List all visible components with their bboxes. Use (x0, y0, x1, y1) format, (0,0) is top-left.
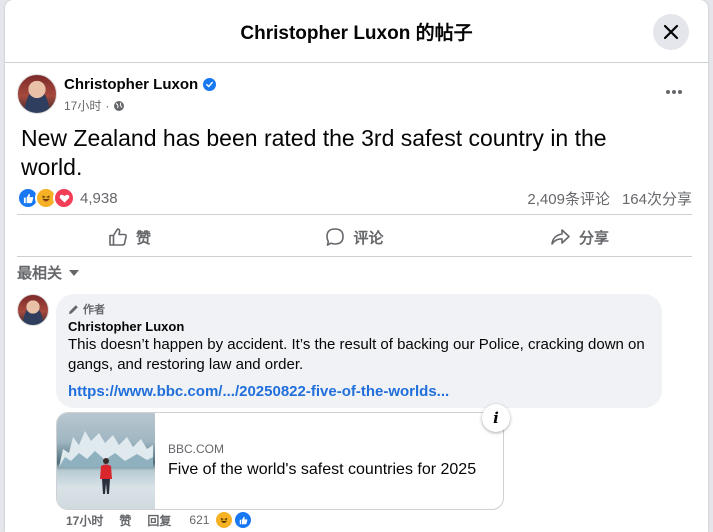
comment-label: 评论 (353, 229, 384, 247)
shares-count[interactable]: 164次分享 (622, 188, 692, 209)
like-button[interactable]: 赞 (17, 218, 242, 256)
haha-icon (215, 511, 234, 529)
reaction-icons[interactable] (17, 187, 75, 209)
post-actions: 赞 评论 分享 (17, 218, 692, 256)
comments-count[interactable]: 2,409条评论 (527, 188, 610, 209)
meta-separator: · (105, 98, 110, 113)
comment-icon (326, 228, 345, 246)
pencil-icon (68, 304, 78, 314)
more-icon (666, 90, 682, 94)
reactions-summary: 4,938 2,409条评论 164次分享 (17, 186, 692, 210)
info-icon: i (493, 409, 499, 427)
comment-link[interactable]: https://www.bbc.com/.../20250822-five-of… (68, 383, 449, 400)
share-icon (551, 229, 570, 245)
modal-header: Christopher Luxon 的帖子 (5, 0, 708, 63)
comment-reactions[interactable]: 621 (189, 511, 253, 529)
link-preview-image (57, 413, 155, 509)
comment-button[interactable]: 评论 (242, 218, 467, 256)
post-text: New Zealand has been rated the 3rd safes… (21, 125, 607, 180)
thumbs-up-icon (109, 228, 127, 246)
link-preview-card[interactable]: BBC.COM Five of the world's safest count… (56, 412, 504, 510)
sort-label: 最相关 (17, 265, 63, 282)
comment-actions: 17小时 赞 回复 621 (66, 511, 253, 529)
divider-top (17, 214, 692, 215)
comment-sort-dropdown[interactable]: 最相关 (17, 262, 80, 283)
author-name-row: Christopher Luxon (64, 76, 217, 93)
more-options-button[interactable] (662, 80, 686, 104)
author-avatar[interactable] (17, 74, 57, 114)
author-badge: 作者 (68, 301, 105, 317)
close-button[interactable] (653, 14, 689, 50)
comment-reply-button[interactable]: 回复 (147, 512, 171, 529)
post-header: Christopher Luxon 17小时 · (17, 74, 696, 118)
divider-bottom (17, 256, 692, 257)
link-title: Five of the world's safest countries for… (168, 461, 477, 478)
comment-author-name[interactable]: Christopher Luxon (68, 319, 184, 334)
close-icon (663, 24, 679, 40)
author-badge-label: 作者 (83, 304, 105, 316)
like-icon (234, 511, 253, 529)
comment-author-avatar[interactable] (17, 294, 49, 326)
link-domain: BBC.COM (168, 442, 225, 456)
post-modal: Christopher Luxon 的帖子 Christopher Luxon … (5, 0, 708, 532)
caret-down-icon (69, 269, 80, 276)
info-button[interactable]: i (482, 404, 510, 432)
comment-time[interactable]: 17小时 (66, 512, 103, 529)
like-label: 赞 (135, 229, 151, 247)
love-icon (53, 187, 75, 209)
post-time[interactable]: 17小时 (64, 97, 101, 114)
verified-badge-icon (203, 78, 217, 91)
reactions-count[interactable]: 4,938 (80, 190, 118, 207)
author-name[interactable]: Christopher Luxon (64, 76, 198, 93)
comment-bubble: 作者 Christopher Luxon This doesn’t happen… (56, 294, 662, 408)
person-figure (100, 458, 112, 494)
post-meta: 17小时 · (64, 97, 125, 114)
comment-text: This doesn’t happen by accident. It’s th… (68, 336, 645, 373)
comment-like-button[interactable]: 赞 (119, 512, 131, 529)
comment-reaction-count: 621 (189, 513, 210, 527)
globe-icon (114, 100, 125, 111)
share-label: 分享 (578, 229, 609, 247)
share-button[interactable]: 分享 (467, 218, 692, 256)
modal-title: Christopher Luxon 的帖子 (240, 22, 473, 44)
engagement-stats: 2,409条评论 164次分享 (527, 188, 692, 209)
